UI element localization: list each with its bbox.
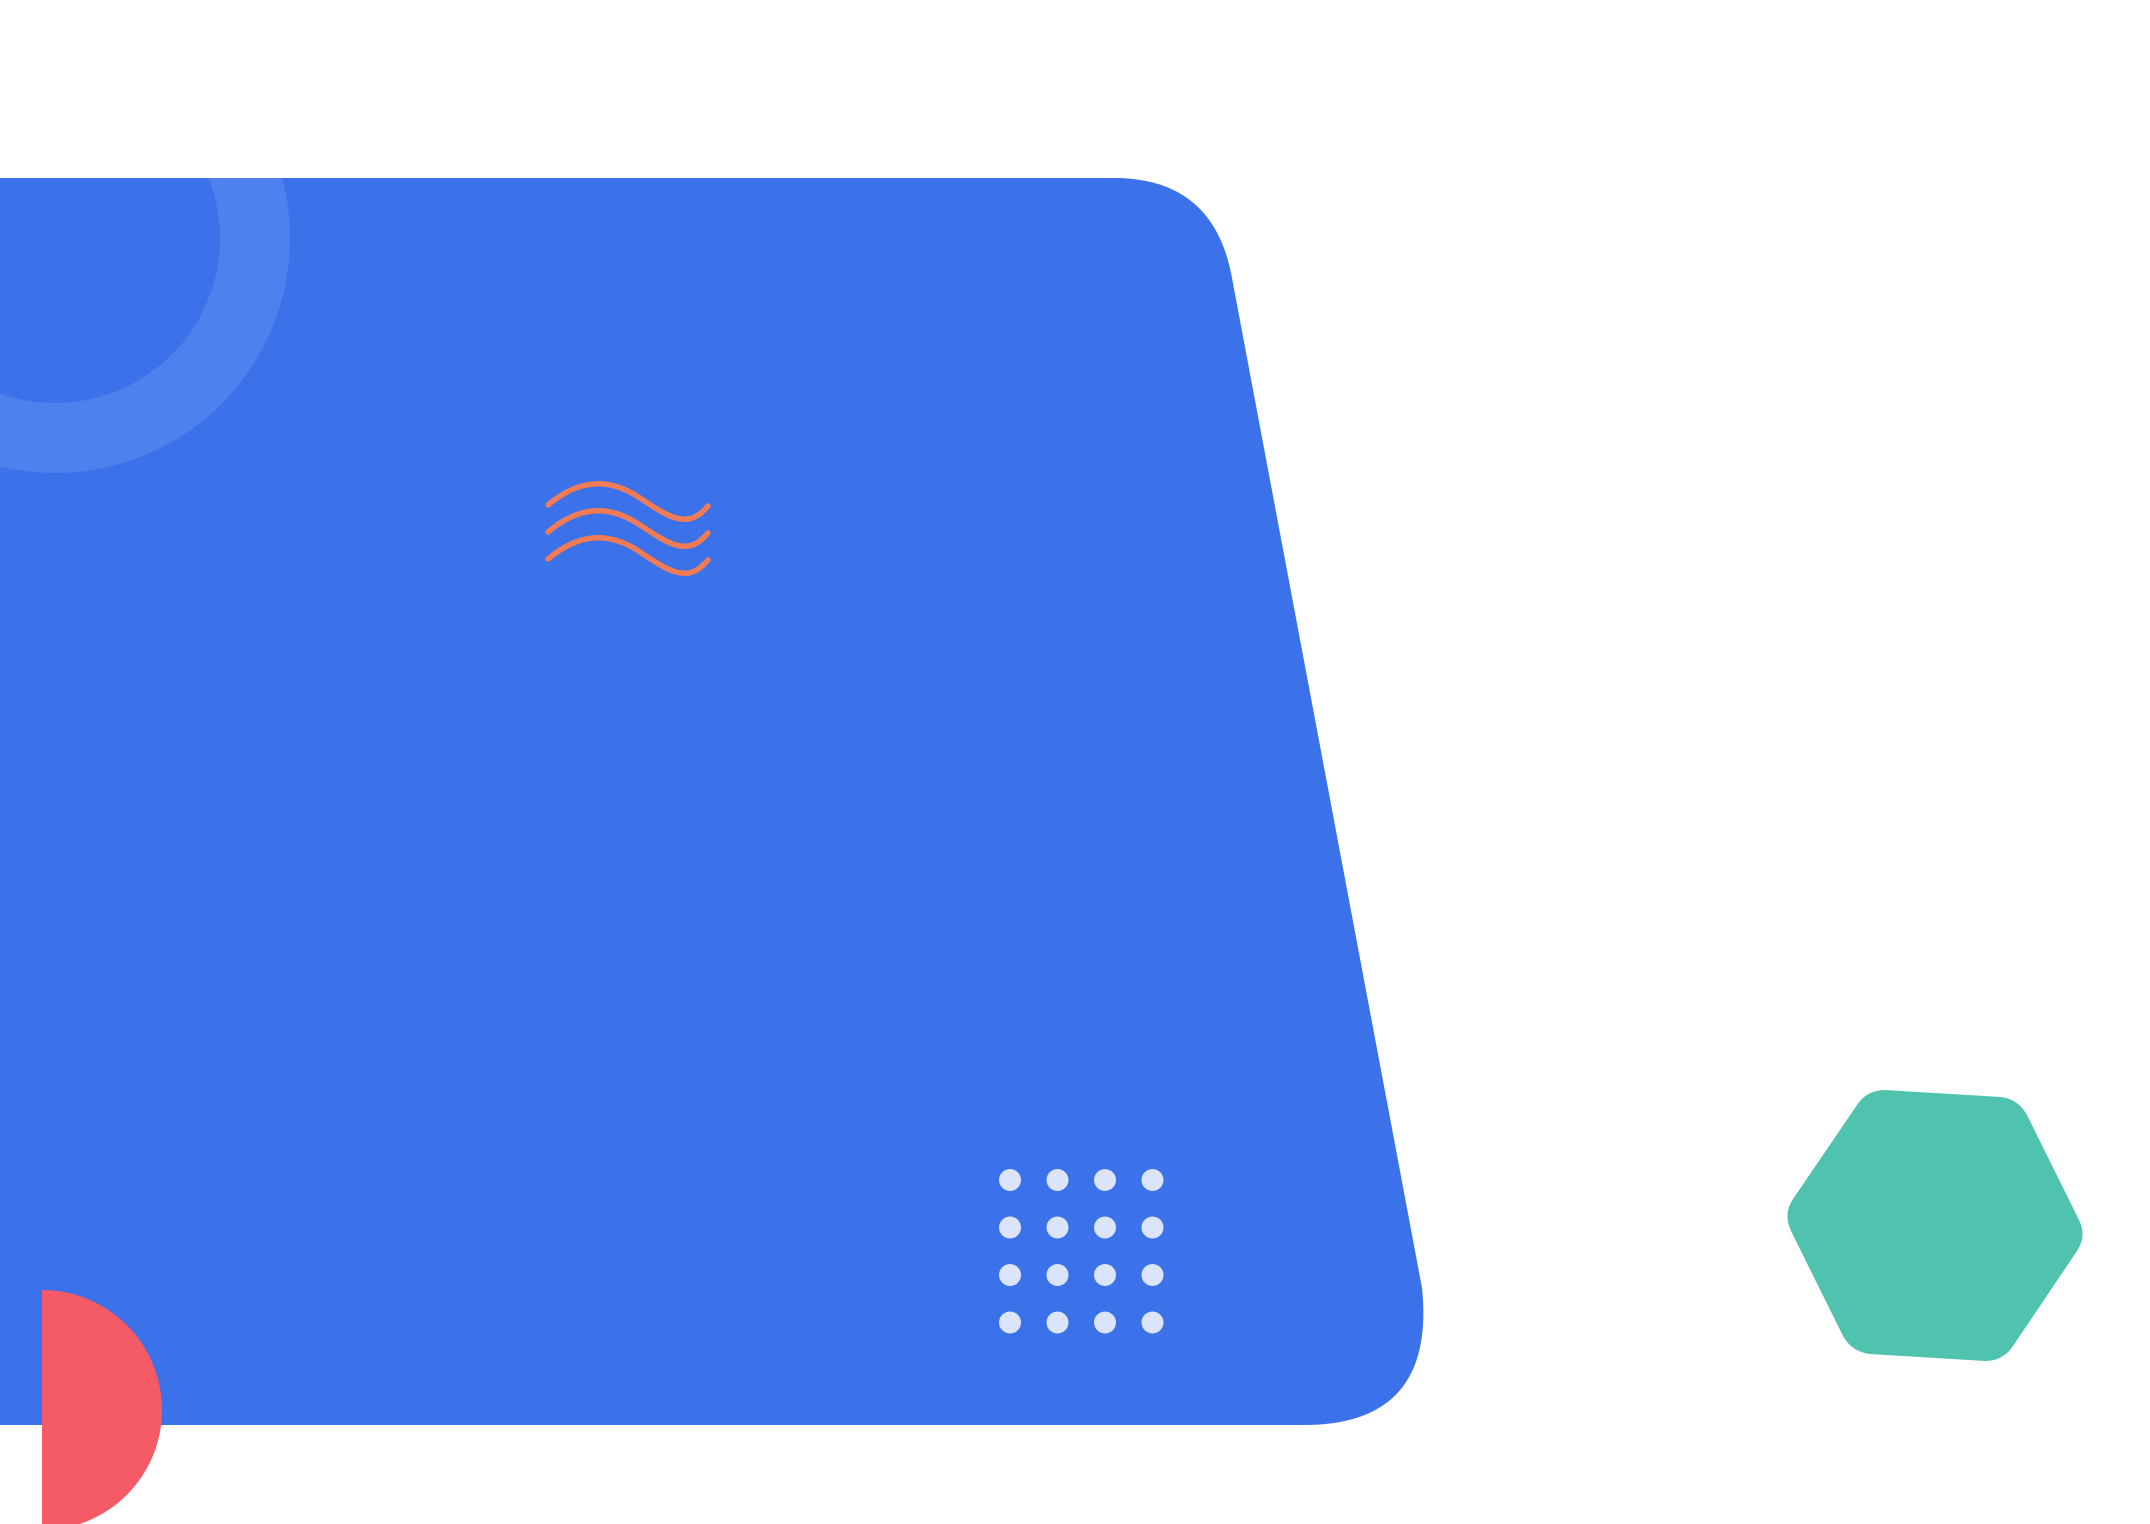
grid-dot — [999, 1264, 1021, 1286]
grid-dot — [999, 1216, 1021, 1239]
grid-dot — [1141, 1311, 1164, 1334]
grid-dot — [1046, 1311, 1069, 1334]
grid-dot — [999, 1311, 1021, 1334]
decorative-canvas — [0, 0, 2150, 1524]
grid-dot — [1094, 1311, 1116, 1334]
grid-dot — [1046, 1216, 1069, 1239]
grid-dot — [1141, 1216, 1164, 1239]
grid-dot — [1046, 1169, 1069, 1191]
grid-dot — [1141, 1169, 1164, 1191]
grid-dot — [1094, 1264, 1116, 1286]
grid-dot — [1046, 1264, 1069, 1286]
grid-dot — [1094, 1169, 1116, 1191]
grid-dot — [1094, 1216, 1116, 1239]
grid-dot — [999, 1169, 1021, 1191]
grid-dot — [1141, 1264, 1164, 1286]
